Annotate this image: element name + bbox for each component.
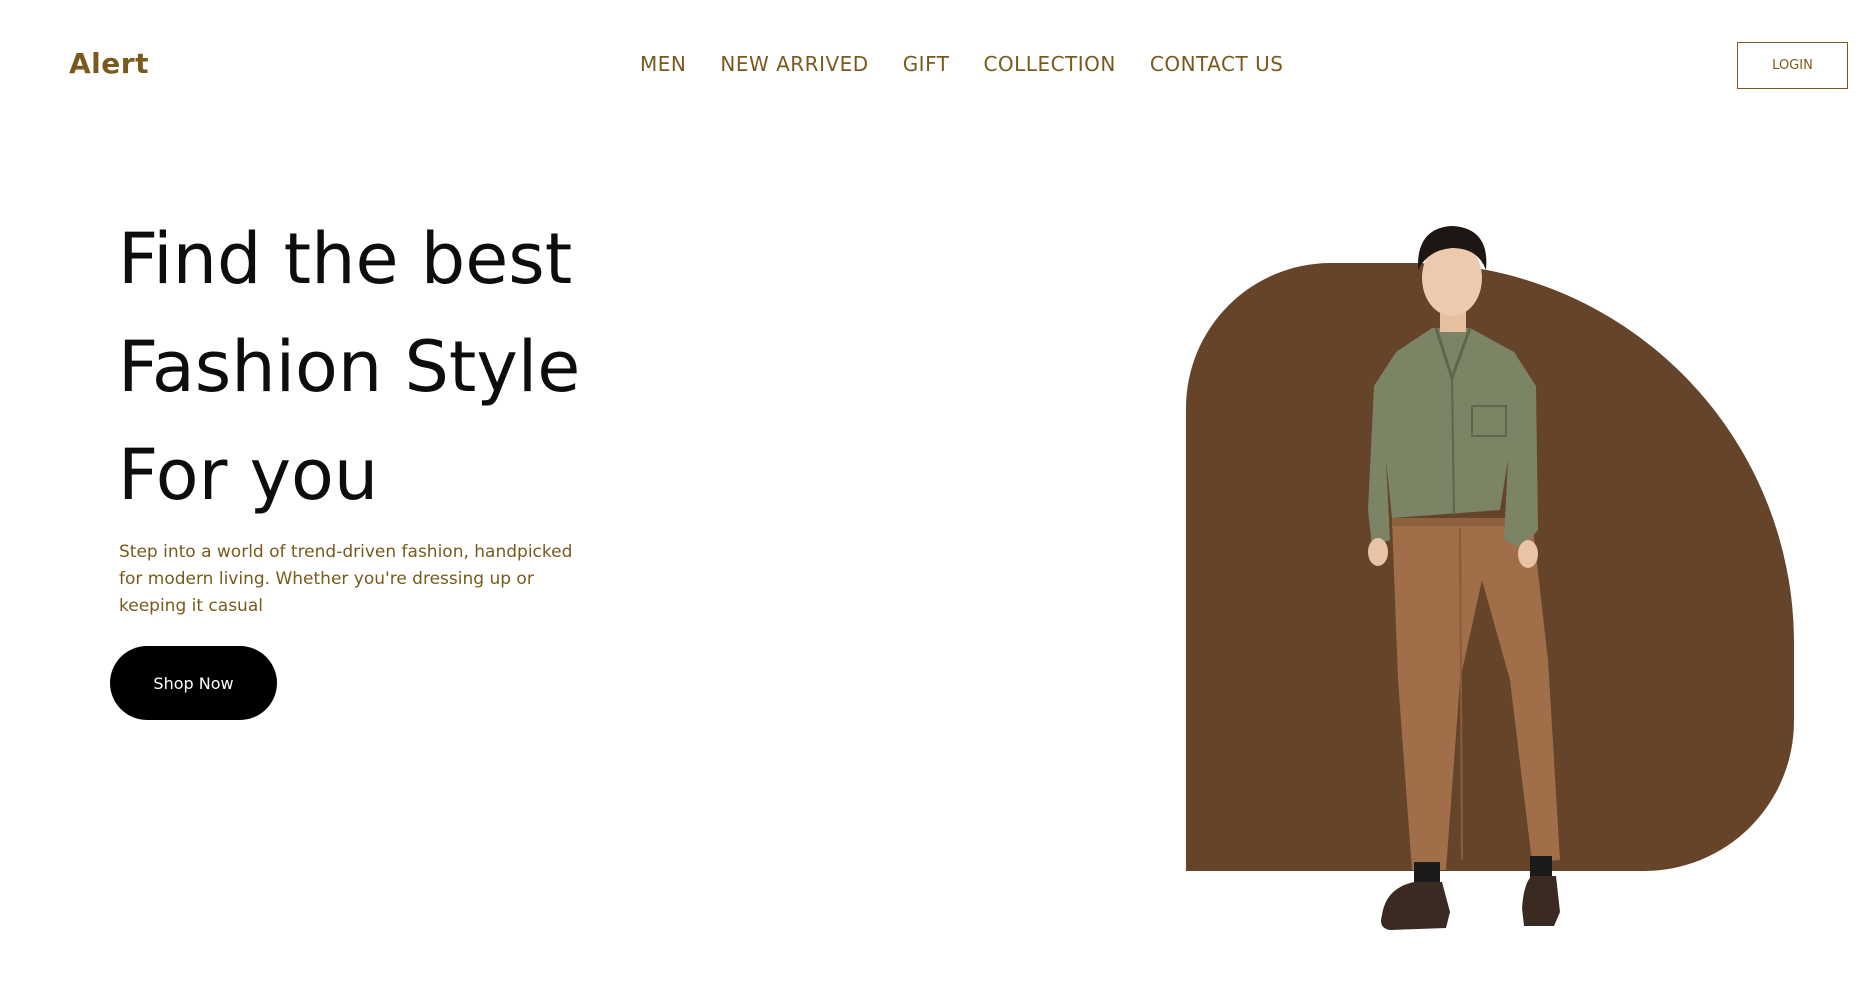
site-header: Alert MEN NEW ARRIVED GIFT COLLECTION CO… [0,0,1858,130]
fashion-model-image [1368,226,1560,930]
main-nav: MEN NEW ARRIVED GIFT COLLECTION CONTACT … [640,52,1283,76]
hero-image [1160,210,1800,980]
hero-title-line: Find the best [118,218,573,300]
model-trousers [1392,520,1560,870]
nav-item-new-arrived[interactable]: NEW ARRIVED [720,52,868,76]
model-shoe-left [1381,882,1450,930]
hero-title-line: Fashion Style [118,326,581,408]
nav-item-collection[interactable]: COLLECTION [983,52,1115,76]
nav-item-contact-us[interactable]: CONTACT US [1150,52,1284,76]
brand-logo[interactable]: Alert [69,47,149,80]
model-shoe-right [1522,876,1560,926]
hero-title-line: For you [118,434,379,516]
hero-title: Find the best Fashion Style For you [118,205,738,529]
nav-item-gift[interactable]: GIFT [903,52,950,76]
login-button[interactable]: LOGIN [1737,42,1848,89]
nav-item-men[interactable]: MEN [640,52,686,76]
hero-description: Step into a world of trend-driven fashio… [119,542,573,616]
shop-now-button[interactable]: Shop Now [110,646,277,720]
